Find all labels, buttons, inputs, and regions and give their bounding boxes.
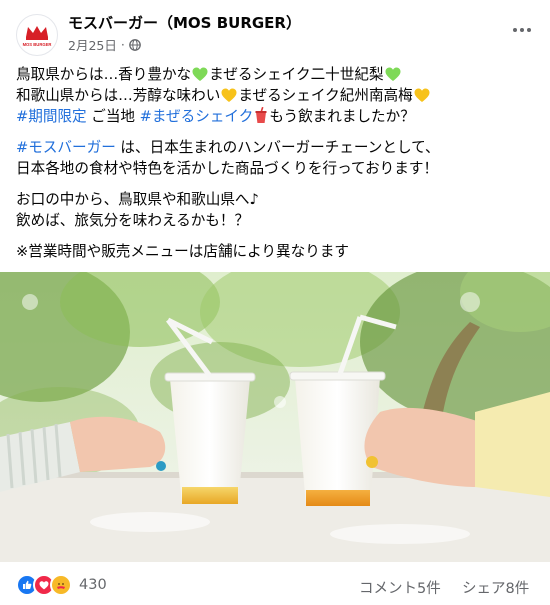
text-segment: ご当地 xyxy=(86,108,140,125)
facebook-post: MOS BURGER モスバーガー（MOS BURGER） 2月25日 · 鳥取… xyxy=(0,0,550,605)
page-avatar[interactable]: MOS BURGER xyxy=(16,14,58,56)
text-segment: 和歌山県からは…芳醇な味わい xyxy=(16,87,221,104)
shares-link[interactable]: シェア8件 xyxy=(462,577,529,598)
text-segment: まぜるシェイク二十世紀梨 xyxy=(209,66,384,83)
post-meta: 2月25日 · xyxy=(68,35,141,54)
green-heart-icon xyxy=(385,67,401,81)
post-line-2: 和歌山県からは…芳醇な味わい まぜるシェイク紀州南高梅 xyxy=(16,85,536,106)
post-photo[interactable] xyxy=(0,272,550,562)
more-options-icon xyxy=(513,28,531,32)
post-line-5: 日本各地の食材や特色を活かした商品づくりを行っております！ xyxy=(16,160,439,177)
hashtag-limited-time[interactable]: #期間限定 xyxy=(16,108,87,125)
post-line-7: 飲めば、旅気分を味わえるかも！？ xyxy=(16,212,250,229)
shake-photo-illustration xyxy=(0,272,550,562)
post-date[interactable]: 2月25日 xyxy=(68,35,117,54)
post-line-8: ※営業時間や販売メニューは店舗により異なります xyxy=(16,243,350,260)
meta-separator: · xyxy=(120,37,125,52)
post-text: 鳥取県からは…香り豊かな まぜるシェイク二十世紀梨 和歌山県からは…芳醇な味わいま… xyxy=(16,64,536,262)
care-icon xyxy=(50,574,72,596)
logo-text: MOS BURGER xyxy=(23,42,52,47)
post-line-3: #期間限定 ご当地 #まぜるシェイク もう飲まれましたか？ xyxy=(16,106,536,127)
comments-link[interactable]: コメント5件 xyxy=(359,577,441,598)
post-line-4: #モスバーガー は、日本生まれのハンバーガーチェーンとして、 xyxy=(16,137,536,158)
more-options-button[interactable] xyxy=(508,18,536,42)
text-segment: 鳥取県からは…香り豊かな xyxy=(16,66,192,83)
text-segment: もう飲まれましたか？ xyxy=(269,108,415,125)
text-segment: は、日本生まれのハンバーガーチェーンとして、 xyxy=(115,139,440,156)
yellow-heart-icon xyxy=(414,88,430,102)
reactions-summary[interactable]: 430 xyxy=(16,574,107,596)
hashtag-mazeru-shake[interactable]: #まぜるシェイク xyxy=(140,108,254,125)
green-heart-icon xyxy=(192,67,208,81)
post-footer: 430 コメント5件 シェア8件 xyxy=(0,566,550,605)
post-header: MOS BURGER モスバーガー（MOS BURGER） 2月25日 · xyxy=(0,0,550,62)
text-segment: まぜるシェイク紀州南高梅 xyxy=(238,87,413,104)
post-line-1: 鳥取県からは…香り豊かな まぜるシェイク二十世紀梨 xyxy=(16,64,536,85)
post-line-6: お口の中から、鳥取県や和歌山県へ♪ xyxy=(16,191,259,208)
globe-icon[interactable] xyxy=(128,38,141,51)
cup-with-straw-icon xyxy=(255,107,267,123)
mos-burger-logo: MOS BURGER xyxy=(23,26,52,47)
page-name[interactable]: モスバーガー（MOS BURGER） xyxy=(68,12,301,33)
yellow-heart-icon xyxy=(221,88,237,102)
reaction-count: 430 xyxy=(79,577,107,593)
hashtag-mos-burger[interactable]: #モスバーガー xyxy=(16,139,116,156)
